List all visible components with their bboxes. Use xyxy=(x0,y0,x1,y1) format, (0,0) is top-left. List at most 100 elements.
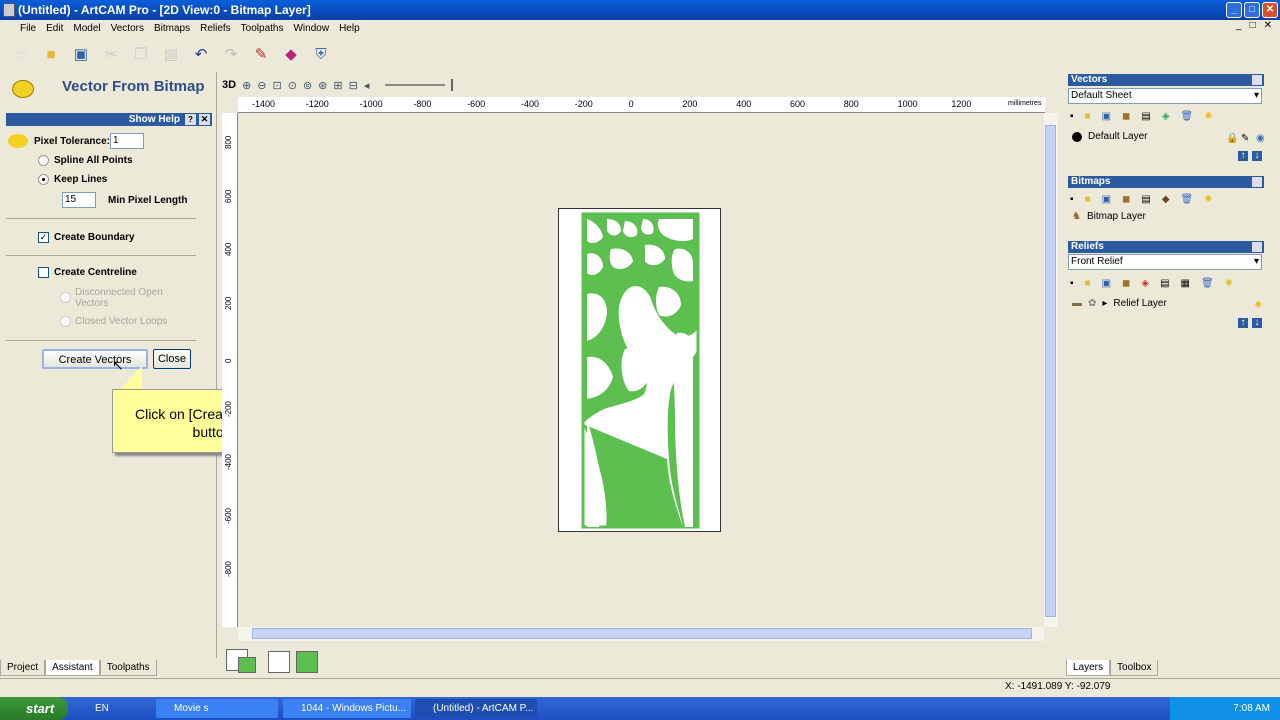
slider-handle[interactable] xyxy=(451,79,454,91)
delete-bitmap-icon[interactable]: 🗑 xyxy=(1181,194,1194,205)
panel-close-button[interactable]: ✕ xyxy=(199,114,210,125)
min-pixel-input[interactable]: 15 xyxy=(62,192,96,208)
light-icon[interactable]: ✹ xyxy=(1254,300,1262,311)
copy-relief-icon[interactable]: ▤ xyxy=(1160,278,1169,289)
lock-icon[interactable]: 🔒 xyxy=(1226,133,1238,144)
bitmap-layer-row[interactable]: ♞ Bitmap Layer xyxy=(1072,211,1146,222)
vertical-scroll-thumb[interactable] xyxy=(1045,125,1056,617)
move-down-icon[interactable]: ↓ xyxy=(1252,151,1262,161)
pin-icon[interactable] xyxy=(1252,75,1262,85)
copy-layer-icon[interactable]: ▤ xyxy=(1141,111,1150,122)
zoom-in-icon[interactable]: ⊕ xyxy=(242,79,251,92)
edit-icon[interactable]: ✎ xyxy=(1241,133,1249,144)
close-panel-button[interactable]: Close xyxy=(153,349,191,369)
mdi-minimize-button[interactable]: _ xyxy=(1236,20,1242,31)
open-relief-icon[interactable]: ■ xyxy=(1085,278,1091,289)
save-layer-icon[interactable]: ▣ xyxy=(1102,111,1111,122)
close-button[interactable]: ✕ xyxy=(1262,2,1278,18)
new-icon[interactable]: ▭ xyxy=(10,43,32,65)
snap-icon[interactable]: ⊟ xyxy=(349,79,358,92)
light-icon[interactable]: ✹ xyxy=(1225,278,1233,289)
shield-icon[interactable]: ⛨ xyxy=(310,43,332,65)
start-button[interactable]: start xyxy=(0,697,68,720)
task-movies[interactable]: Movie s xyxy=(156,699,278,718)
cut-icon[interactable]: ✂ xyxy=(100,43,122,65)
layer-color-icon[interactable] xyxy=(1072,131,1082,142)
mdi-close-button[interactable]: ✕ xyxy=(1264,20,1272,31)
create-centreline-checkbox[interactable] xyxy=(38,267,49,278)
tab-toolpaths[interactable]: Toolpaths xyxy=(99,660,157,676)
relief-visibility-icon[interactable]: ▬ xyxy=(1072,298,1082,309)
menu-help[interactable]: Help xyxy=(339,23,360,34)
slider-track[interactable] xyxy=(385,84,446,86)
clock[interactable]: 7:08 AM xyxy=(1233,703,1270,714)
delete-layer-icon[interactable]: 🗑 xyxy=(1181,111,1194,122)
open-layer-icon[interactable]: ■ xyxy=(1085,111,1091,122)
paste-bitmap-icon[interactable]: ◼ xyxy=(1122,194,1130,205)
mdi-restore-button[interactable]: □ xyxy=(1250,20,1256,31)
save-bitmap-icon[interactable]: ▣ xyxy=(1102,194,1111,205)
light-icon[interactable]: ✹ xyxy=(1204,194,1212,205)
new-bitmap-icon[interactable]: ▪ xyxy=(1070,194,1074,205)
pixel-tolerance-input[interactable]: 1 xyxy=(110,133,144,149)
keep-lines-radio[interactable] xyxy=(38,174,49,185)
relief-mode-icon[interactable]: ✿ xyxy=(1088,298,1096,309)
move-up-icon[interactable]: ↑ xyxy=(1238,151,1248,161)
book-icon[interactable]: ◆ xyxy=(280,43,302,65)
tab-layers[interactable]: Layers xyxy=(1066,660,1111,676)
paste-relief-icon[interactable]: ◼ xyxy=(1122,278,1130,289)
minimize-button[interactable]: _ xyxy=(1226,2,1242,18)
open-bitmap-icon[interactable]: ■ xyxy=(1085,194,1091,205)
expand-arrow-icon[interactable]: ▸ xyxy=(1102,298,1107,309)
task-artcam[interactable]: (Untitled) - ArtCAM P... xyxy=(415,699,537,718)
maximize-button[interactable]: □ xyxy=(1244,2,1260,18)
horizontal-scroll-thumb[interactable] xyxy=(252,628,1032,639)
delete-relief-icon[interactable]: 🗑 xyxy=(1201,278,1214,289)
language-indicator[interactable]: EN xyxy=(95,697,109,720)
tab-toolbox[interactable]: Toolbox xyxy=(1110,660,1159,676)
default-layer-row[interactable]: Default Layer xyxy=(1072,131,1147,142)
zoom-extent-icon[interactable]: ⊛ xyxy=(318,79,327,92)
zoom-box-icon[interactable]: ⊡ xyxy=(273,79,282,92)
menu-reliefs[interactable]: Reliefs xyxy=(200,23,231,34)
tab-assistant[interactable]: Assistant xyxy=(45,660,100,676)
visibility-icon[interactable]: ◉ xyxy=(1256,133,1265,144)
tone-icon[interactable]: ◆ xyxy=(1162,194,1170,205)
redo-icon[interactable]: ↷ xyxy=(220,43,242,65)
pin-icon[interactable] xyxy=(1252,242,1262,252)
zoom-previous-icon[interactable]: ⊙ xyxy=(288,79,297,92)
copy-icon[interactable]: ❐ xyxy=(130,43,152,65)
vertical-scrollbar[interactable] xyxy=(1044,113,1058,627)
relief-layer-row[interactable]: ▬ ✿ ▸ Relief Layer xyxy=(1072,298,1167,309)
pin-icon[interactable] xyxy=(1252,177,1262,187)
view-3d-button[interactable]: 3D xyxy=(222,79,236,91)
paste-layer-icon[interactable]: ◼ xyxy=(1122,111,1130,122)
wizard-icon[interactable]: ✎ xyxy=(250,43,272,65)
menu-file[interactable]: File xyxy=(20,23,36,34)
save-icon[interactable]: ▣ xyxy=(70,43,92,65)
app-icon[interactable] xyxy=(3,3,15,17)
new-layer-icon[interactable]: ▪ xyxy=(1070,111,1074,122)
create-boundary-checkbox[interactable]: ✓ xyxy=(38,232,49,243)
menu-vectors[interactable]: Vectors xyxy=(111,23,144,34)
light-icon[interactable]: ✹ xyxy=(1204,111,1212,122)
paste-icon[interactable]: ▤ xyxy=(160,43,182,65)
relief-select[interactable]: Front Relief xyxy=(1068,254,1262,270)
undo-icon[interactable]: ↶ xyxy=(190,43,212,65)
tab-project[interactable]: Project xyxy=(0,660,46,676)
horizontal-scrollbar[interactable] xyxy=(238,627,1044,641)
combine-relief-icon[interactable]: ◈ xyxy=(1141,278,1149,289)
menu-bitmaps[interactable]: Bitmaps xyxy=(154,23,190,34)
merge-layer-icon[interactable]: ◈ xyxy=(1162,111,1170,122)
menu-model[interactable]: Model xyxy=(73,23,100,34)
move-up-icon[interactable]: ↑ xyxy=(1238,318,1248,328)
save-relief-icon[interactable]: ▣ xyxy=(1102,278,1111,289)
zoom-out-icon[interactable]: ⊖ xyxy=(257,79,266,92)
bitmap-document[interactable] xyxy=(558,208,721,532)
task-windows-picture[interactable]: 1044 - Windows Pictu... xyxy=(283,699,411,718)
green-color-swatch[interactable] xyxy=(296,651,318,673)
open-icon[interactable]: ■ xyxy=(40,43,62,65)
move-down-icon[interactable]: ↓ xyxy=(1252,318,1262,328)
show-help-link[interactable]: Show Help xyxy=(129,114,180,125)
vector-sheet-select[interactable]: Default Sheet xyxy=(1068,88,1262,104)
